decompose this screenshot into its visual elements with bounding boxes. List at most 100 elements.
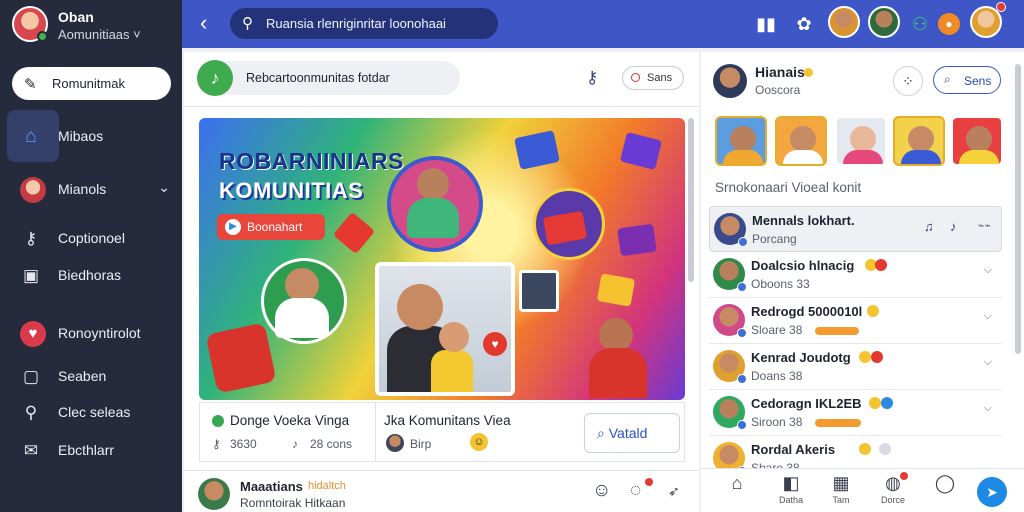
pencil-icon: ✎ bbox=[24, 76, 37, 93]
avatar[interactable] bbox=[828, 6, 860, 38]
home-icon: ⌂ bbox=[25, 126, 37, 147]
gamepad-icon[interactable]: ⚇ bbox=[906, 10, 934, 38]
story-item[interactable] bbox=[775, 116, 827, 166]
badge bbox=[737, 282, 747, 292]
composer-placeholder: Rebcartoonmunitas fotdar bbox=[246, 71, 390, 85]
author-subtitle: Romntoirak Hitkaan bbox=[240, 496, 346, 510]
list-item[interactable]: Redrogd 5000010l Sloare 38 ⌵ bbox=[709, 298, 1002, 344]
more-icon[interactable]: ⁘ bbox=[893, 66, 923, 96]
search-input[interactable]: ⚲ Ruansia rlenriginritar loonohaai bbox=[230, 8, 498, 39]
gear-icon[interactable]: ✿ bbox=[790, 10, 818, 38]
chevron-icon[interactable]: ⌵ bbox=[984, 310, 992, 323]
send-button[interactable]: Sans bbox=[622, 66, 684, 90]
nav-team[interactable]: ▦ Tam bbox=[821, 471, 861, 511]
member-name: Doalcsio hlnacig bbox=[751, 258, 855, 273]
avatar[interactable] bbox=[868, 6, 900, 38]
sidebar-search-label: Romunitmak bbox=[52, 76, 125, 91]
mail-icon: ✉ bbox=[23, 441, 39, 460]
send-button[interactable]: ⌕ Sens bbox=[933, 66, 1001, 94]
sidebar-item-home[interactable]: ⌂ Mibaos bbox=[8, 119, 176, 153]
scrollbar[interactable] bbox=[688, 118, 694, 282]
profile-menu-icon[interactable]: ˅ bbox=[133, 27, 141, 42]
section-title: Srnokonaari Vioeal konit bbox=[715, 180, 862, 195]
sidebar-item-saved[interactable]: ▢ Seaben bbox=[8, 359, 176, 393]
bookmark-icon[interactable]: ▮▮ bbox=[752, 10, 780, 38]
scrollbar[interactable] bbox=[1015, 64, 1021, 354]
send-icon[interactable]: ➤ bbox=[977, 477, 1007, 507]
back-icon[interactable]: ‹ bbox=[200, 10, 207, 36]
banner-button[interactable]: ▶ Boonahart bbox=[217, 214, 325, 240]
community-title: Jka Komunitans Viea bbox=[384, 413, 511, 428]
fire-icon[interactable]: ● bbox=[938, 13, 960, 35]
chevron-icon[interactable]: ⌵ bbox=[984, 402, 992, 415]
emoji-icon bbox=[869, 397, 881, 409]
avatar[interactable] bbox=[713, 64, 747, 98]
nav-home[interactable]: ⌂ bbox=[717, 471, 757, 511]
tv-deco bbox=[596, 273, 636, 307]
banner-button-label: Boonahart bbox=[247, 220, 303, 234]
bag-icon: ▢ bbox=[22, 367, 40, 386]
key-icon[interactable]: ⚷ bbox=[586, 68, 598, 88]
sidebar-search[interactable]: ✎ Romunitmak bbox=[12, 67, 171, 100]
profile-header[interactable]: Oban Aomunitiaas ˅ bbox=[12, 6, 177, 44]
avatar[interactable] bbox=[198, 478, 230, 510]
community-banner[interactable]: ROBARNINIARS KOMUNITIAS ▶ Boonahart ♥ bbox=[199, 118, 685, 400]
key-icon: ⚷ bbox=[212, 437, 221, 451]
post-composer[interactable]: ♪ Rebcartoonmunitas fotdar bbox=[197, 60, 460, 96]
more-icon[interactable]: ⌁⌁ bbox=[978, 219, 991, 232]
story-item[interactable] bbox=[893, 116, 945, 166]
sidebar-item-label: Seaben bbox=[58, 368, 107, 384]
sidebar-item-messages[interactable]: ✉ Ebcthlarr bbox=[8, 433, 176, 467]
story-item[interactable] bbox=[835, 116, 887, 166]
bell-icon[interactable]: ♪ bbox=[950, 219, 957, 234]
story-shirt bbox=[901, 150, 941, 164]
chat-icon[interactable]: ◌ bbox=[630, 480, 641, 502]
avatar[interactable] bbox=[386, 434, 404, 452]
chevron-icon[interactable]: ⌵ bbox=[984, 356, 992, 369]
avatar bbox=[713, 350, 747, 384]
grid-icon: ▦ bbox=[832, 473, 850, 493]
avatar[interactable] bbox=[12, 6, 48, 42]
record-icon bbox=[631, 73, 640, 82]
member-sub: Siroon 38 bbox=[751, 415, 803, 429]
list-item[interactable]: Cedoragn IKL2EB Siroon 38 ⌵ bbox=[709, 390, 1002, 436]
send-icon[interactable]: ➶ bbox=[668, 483, 680, 500]
play-icon: ▶ bbox=[225, 219, 241, 235]
member-sub: Sloare 38 bbox=[751, 323, 803, 337]
sidebar-item-settings[interactable]: ⚲ Clec seleas bbox=[8, 395, 176, 429]
sidebar-item-videos[interactable]: ▣ Biedhoras bbox=[8, 258, 176, 292]
list-item[interactable]: Doalcsio hlnacig Oboons 33 ⌵ bbox=[709, 252, 1002, 298]
story-item[interactable] bbox=[951, 116, 1003, 166]
notification-badge bbox=[899, 471, 909, 481]
nav-data[interactable]: ◧ Datha bbox=[771, 471, 811, 511]
avatar bbox=[713, 258, 747, 292]
sidebar-item-keys[interactable]: ⚷ Coptionoel bbox=[8, 221, 176, 255]
post-title: Donge Voeka Vinga bbox=[230, 413, 350, 428]
heart-icon bbox=[871, 351, 883, 363]
list-item[interactable]: Kenrad Joudotg Doans 38 ⌵ bbox=[709, 344, 1002, 390]
visual-button[interactable]: ⌕ Vatald bbox=[584, 413, 680, 453]
home-icon: ⌂ bbox=[731, 473, 743, 493]
chevron-icon[interactable]: ⌵ bbox=[984, 264, 992, 277]
emoji-icon bbox=[879, 443, 891, 455]
author-name[interactable]: Maaatians bbox=[240, 479, 303, 494]
nav-messages[interactable]: ◯ bbox=[925, 471, 965, 511]
emoji-icon bbox=[859, 351, 871, 363]
divider bbox=[184, 106, 699, 107]
story-item[interactable] bbox=[715, 116, 767, 166]
music-icon[interactable]: ♫ bbox=[924, 219, 934, 234]
sidebar-item-community[interactable]: ♥ Ronoyntirolot bbox=[8, 316, 176, 350]
smile-icon[interactable]: ☺ bbox=[470, 433, 488, 451]
status-dot bbox=[881, 397, 893, 409]
boy-body bbox=[275, 298, 329, 338]
sidebar-item-groups[interactable]: Mianols ⌄ bbox=[8, 172, 176, 206]
list-item[interactable]: Mennals lokhart. Porcang ♫ ♪ ⌁⌁ bbox=[709, 206, 1002, 252]
user-name[interactable]: Hianais bbox=[755, 64, 805, 80]
stat-views: 3630 bbox=[230, 437, 257, 451]
smile-icon[interactable]: ☺ bbox=[592, 480, 611, 502]
family-photo: ♥ bbox=[375, 262, 515, 396]
chevron-down-icon[interactable]: ⌄ bbox=[158, 179, 170, 196]
author-footer: Maaatians hidaltch Romntoirak Hitkaan ☺ … bbox=[184, 470, 699, 512]
composer-avatar: ♪ bbox=[197, 60, 233, 96]
profile-subtitle-text: Aomunitiaas bbox=[58, 27, 130, 42]
